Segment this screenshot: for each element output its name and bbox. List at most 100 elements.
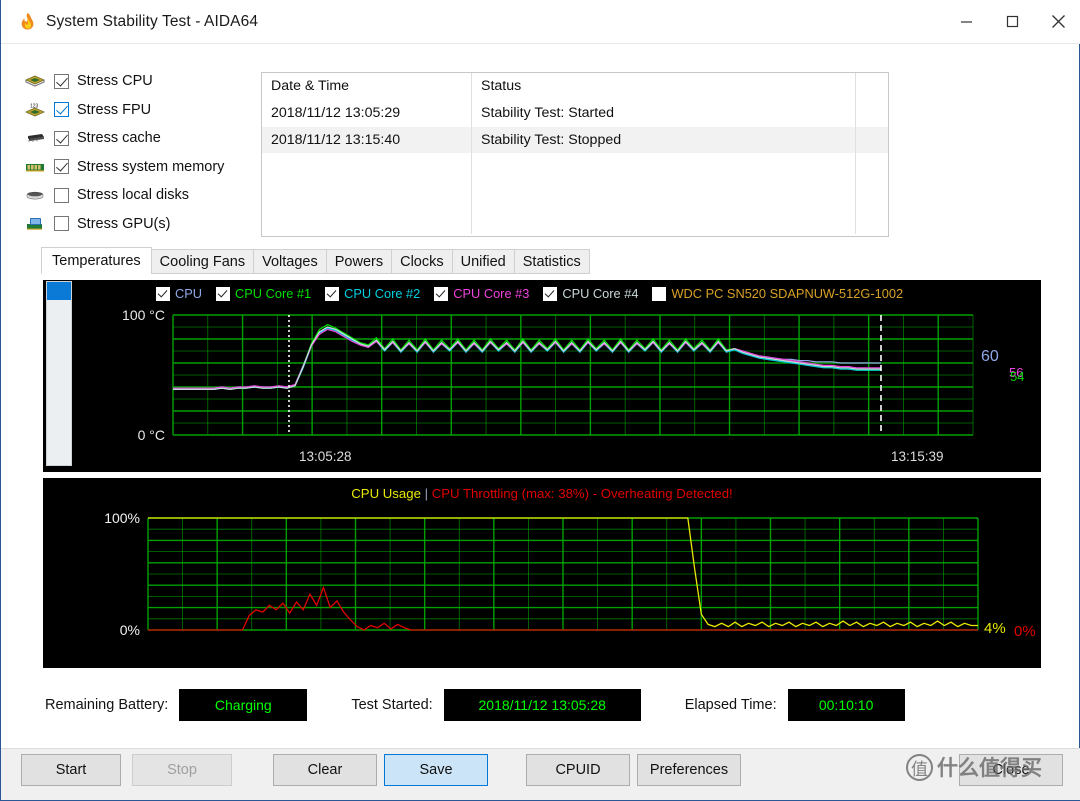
checkbox-stress-local-disks[interactable] [54,188,69,203]
legend-checkbox-cpu-core-1[interactable] [216,287,230,301]
status-log-grid[interactable]: Date & Time Status 2018/11/12 13:05:29 S… [261,72,889,237]
tab-label: Powers [335,254,383,270]
button-label: Preferences [650,762,728,778]
temperature-chart: 100 °C0 °C13:05:2813:15:39605654 [43,280,1041,472]
checkbox-stress-cache[interactable] [54,131,69,146]
elapsed-time-value: 00:10:10 [788,689,905,721]
disk-icon [23,186,47,204]
test-started-value: 2018/11/12 13:05:28 [444,689,641,721]
cpuid-button[interactable]: CPUID [526,754,630,786]
tab-label: Temperatures [52,253,141,269]
column-header-spacer [856,73,888,100]
option-label: Stress GPU(s) [77,216,170,232]
button-bar: Start Stop Clear Save CPUID Preferences … [1,748,1080,800]
table-row[interactable]: 2018/11/12 13:15:40 Stability Test: Stop… [262,127,888,154]
tab-label: Statistics [523,254,581,270]
button-label: Stop [167,762,197,778]
temperature-scroll-slider[interactable] [46,281,72,466]
option-stress-cpu[interactable]: Stress CPU [23,67,259,96]
flame-icon [18,12,37,31]
stop-button[interactable]: Stop [132,754,232,786]
column-header-datetime: Date & Time [262,73,472,100]
test-started-label: Test Started: [351,697,432,713]
cell-spacer [856,100,888,127]
table-row-empty[interactable] [262,207,888,234]
minimize-button[interactable] [943,0,989,43]
legend-checkbox-cpu-core-2[interactable] [325,287,339,301]
tab-label: Clocks [400,254,444,270]
option-label: Stress local disks [77,187,189,203]
option-stress-local-disks[interactable]: Stress local disks [23,181,259,210]
tab-powers[interactable]: Powers [326,249,392,274]
save-button[interactable]: Save [384,754,488,786]
legend-item-wdc-ssd[interactable]: WDC PC SN520 SDAPNUW-512G-1002 [652,286,903,301]
legend-checkbox-wdc-ssd[interactable] [652,287,666,301]
legend-item-cpu-core-3[interactable]: CPU Core #3 [434,286,529,301]
preferences-button[interactable]: Preferences [637,754,741,786]
tab-statistics[interactable]: Statistics [514,249,590,274]
tab-clocks[interactable]: Clocks [391,249,453,274]
tab-voltages[interactable]: Voltages [253,249,327,274]
title-bar-left: System Stability Test - AIDA64 [1,0,943,43]
cpu-chip-icon [23,72,47,90]
option-stress-system-memory[interactable]: Stress system memory [23,153,259,182]
legend-checkbox-cpu-core-4[interactable] [543,287,557,301]
stress-options-list: Stress CPU 123 Stress FPU [23,67,259,238]
gpu-icon [23,215,47,233]
option-stress-fpu[interactable]: 123 Stress FPU [23,96,259,125]
checkbox-stress-fpu[interactable] [54,102,69,117]
elapsed-time-label: Elapsed Time: [685,697,777,713]
legend-label: CPU [175,286,202,301]
status-grid-header: Date & Time Status [262,73,888,100]
legend-item-cpu-core-4[interactable]: CPU Core #4 [543,286,638,301]
cell-datetime: 2018/11/12 13:05:29 [262,100,472,127]
table-row[interactable]: 2018/11/12 13:05:29 Stability Test: Star… [262,100,888,127]
button-label: Start [56,762,87,778]
tab-temperatures[interactable]: Temperatures [41,247,152,274]
checkbox-stress-system-memory[interactable] [54,159,69,174]
legend-label: CPU Core #4 [562,286,638,301]
svg-text:4%: 4% [984,620,1006,637]
start-button[interactable]: Start [21,754,121,786]
legend-checkbox-cpu[interactable] [156,287,170,301]
svg-text:54: 54 [1010,369,1024,384]
temperature-legend: CPU CPU Core #1 CPU Core #2 CPU Core #3 … [156,286,903,301]
legend-item-cpu[interactable]: CPU [156,286,202,301]
battery-value: Charging [179,689,307,721]
cache-chip-icon [23,129,47,147]
close-dialog-button[interactable]: Close [959,754,1063,786]
legend-label: CPU Core #2 [344,286,420,301]
legend-item-cpu-core-1[interactable]: CPU Core #1 [216,286,311,301]
aida64-stability-test-window: System Stability Test - AIDA64 Stress CP… [0,0,1080,801]
tab-cooling-fans[interactable]: Cooling Fans [151,249,254,274]
tab-label: Cooling Fans [160,254,245,270]
window-title: System Stability Test - AIDA64 [46,13,258,31]
option-stress-gpus[interactable]: Stress GPU(s) [23,210,259,239]
option-stress-cache[interactable]: Stress cache [23,124,259,153]
legend-checkbox-cpu-core-3[interactable] [434,287,448,301]
close-button[interactable] [1035,0,1080,43]
table-row-empty[interactable] [262,153,888,180]
checkbox-stress-cpu[interactable] [54,74,69,89]
option-label: Stress CPU [77,73,153,89]
checkbox-stress-gpus[interactable] [54,216,69,231]
temperature-chart-svg: 100 °C0 °C13:05:2813:15:39605654 [43,280,1041,472]
button-label: Clear [308,762,343,778]
option-label: Stress cache [77,130,161,146]
legend-item-cpu-core-2[interactable]: CPU Core #2 [325,286,420,301]
tab-unified[interactable]: Unified [452,249,515,274]
maximize-button[interactable] [989,0,1035,43]
cell-spacer [856,127,888,154]
svg-text:0%: 0% [1014,623,1036,640]
clear-button[interactable]: Clear [273,754,377,786]
svg-text:13:15:39: 13:15:39 [891,449,944,464]
title-bar: System Stability Test - AIDA64 [1,0,1080,44]
memory-dimm-icon [23,158,47,176]
tab-label: Voltages [262,254,318,270]
slider-thumb[interactable] [47,282,71,300]
svg-text:0 °C: 0 °C [138,427,165,443]
svg-text:60: 60 [981,348,999,365]
cpu-usage-chart-svg: 100%0%4%0% [43,478,1041,668]
table-row-empty[interactable] [262,180,888,207]
legend-label: WDC PC SN520 SDAPNUW-512G-1002 [671,286,903,301]
